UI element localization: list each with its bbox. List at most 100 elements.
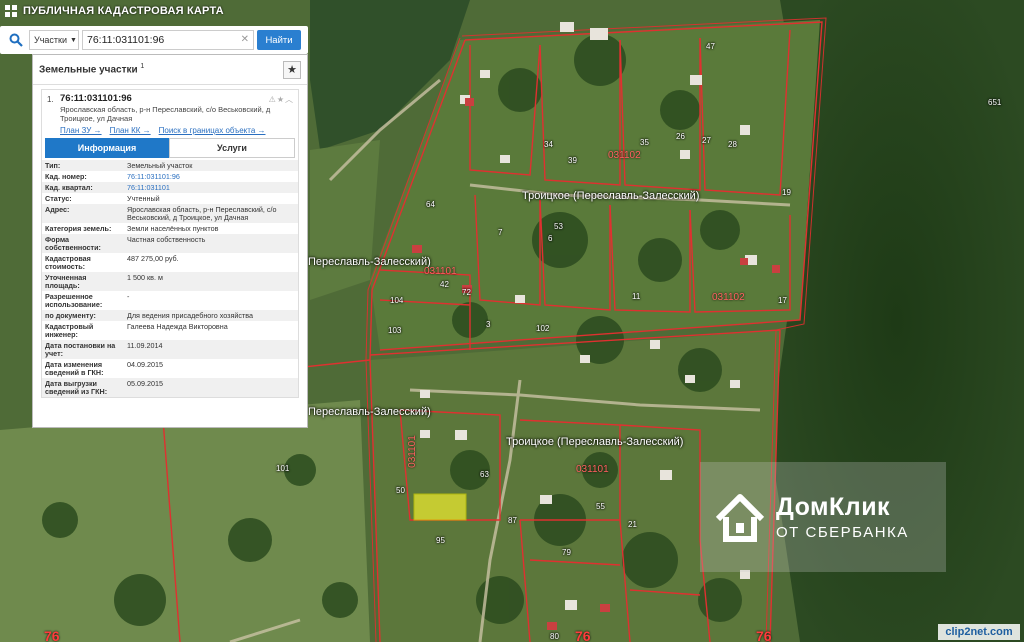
- search-bar: Участки ▼ 76:11:031101:96 ✕ Найти: [0, 26, 308, 54]
- info-key: Статус:: [45, 193, 72, 203]
- region-label: 76: [756, 628, 772, 642]
- info-row: Уточненная площадь: 1 500 кв. м: [42, 272, 298, 291]
- info-value: 11.09.2014: [124, 340, 298, 359]
- parcel-number: 3: [486, 320, 491, 329]
- info-key: Кад. квартал:: [42, 182, 124, 193]
- info-value: Учтенный: [127, 193, 160, 203]
- info-row: Кадастровый инженер: Галеева Надежда Викт…: [42, 321, 298, 340]
- parcel-number: 64: [426, 200, 435, 209]
- search-button[interactable]: Найти: [257, 30, 301, 50]
- domclick-watermark: ДомКлик ОТ СБЕРБАНКА: [700, 462, 946, 572]
- info-row: по документу: Для ведения присадебного хо…: [42, 310, 298, 321]
- info-value[interactable]: 76:11:031101: [124, 182, 298, 193]
- quarter-label: 031101: [406, 435, 418, 468]
- house-logo-icon: [715, 494, 765, 542]
- parcel-address: Ярославская область, р-н Переславский, с…: [60, 105, 271, 123]
- parcel-number: 95: [436, 536, 445, 545]
- parcel-number: 50: [396, 486, 405, 495]
- quarter-label: 031101: [576, 464, 609, 475]
- region-label: 76: [44, 628, 60, 642]
- parcel-number: 79: [562, 548, 571, 557]
- cadastral-logo-icon: [5, 5, 17, 17]
- result-header[interactable]: 1. 76:11:031101:96 Ярославская область, …: [42, 90, 298, 123]
- panel-title: Земельные участки 1: [39, 63, 144, 75]
- cadastral-number[interactable]: 76:11:031101:96: [46, 93, 294, 104]
- info-key: Категория земель:: [45, 223, 112, 233]
- quarter-label: 031102: [712, 292, 745, 303]
- place-label: Троицкое (Переславль-Залесский): [506, 436, 684, 448]
- info-row: Кад. номер: 76:11:031101:96: [42, 171, 298, 182]
- parcel-number: 11: [632, 292, 641, 301]
- plan-kk-link[interactable]: План КК →: [110, 126, 151, 135]
- info-value: Земли населённых пунктов: [127, 223, 219, 233]
- parcel-number: 102: [536, 324, 550, 333]
- info-value: 04.09.2015: [127, 359, 163, 369]
- info-key: Кадастровая стоимость:: [45, 253, 91, 271]
- result-card: 1. 76:11:031101:96 Ярославская область, …: [41, 89, 299, 398]
- star-icon: ★: [287, 64, 297, 76]
- favorite-button[interactable]: ★: [283, 60, 301, 79]
- search-type-select[interactable]: Участки ▼: [29, 30, 79, 50]
- info-key: Форма собственности:: [42, 234, 124, 253]
- parcel-number: 104: [390, 296, 404, 305]
- quarter-label: 031101: [424, 266, 457, 277]
- parcel-number: 17: [778, 296, 787, 305]
- app-title: ПУБЛИЧНАЯ КАДАСТРОВАЯ КАРТА: [23, 5, 224, 17]
- info-value[interactable]: 76:11:031101:96: [124, 171, 298, 182]
- info-value: 05.09.2015: [124, 378, 298, 397]
- info-value: Земельный участок: [124, 160, 298, 171]
- parcel-number: 42: [440, 280, 449, 289]
- parcel-info-table: Тип: Земельный участок Кад. номер: 76:11:03…: [42, 160, 298, 397]
- parcel-number: 101: [276, 464, 290, 473]
- parcel-number: 28: [728, 140, 737, 149]
- watermark-line1: ДомКлик: [776, 493, 891, 521]
- search-query: 76:11:031101:96: [87, 34, 165, 46]
- parcel-number: 53: [554, 222, 563, 231]
- search-type-value: Участки: [34, 35, 67, 45]
- parcel-number: 87: [508, 516, 517, 525]
- parcel-number: 27: [702, 136, 711, 145]
- place-label: Троицкое (Переславль-Залесский): [522, 190, 700, 202]
- info-key: Дата выгрузки сведений из ГКН:: [42, 378, 124, 397]
- info-key: Тип:: [42, 160, 124, 171]
- selected-parcel-highlight: [413, 493, 467, 521]
- plan-zu-link[interactable]: План ЗУ →: [60, 126, 102, 135]
- info-key: Кад. номер:: [45, 171, 87, 181]
- info-value: -: [127, 291, 130, 301]
- parcel-number: 651: [988, 98, 1002, 107]
- info-row: Тип: Земельный участок: [42, 160, 298, 171]
- warning-icon[interactable]: ⚠★︿: [269, 94, 294, 105]
- info-key: Разрешенное использование:: [45, 291, 103, 309]
- info-key: Дата изменения сведений в ГКН:: [45, 359, 104, 377]
- region-label: 76: [575, 628, 591, 642]
- search-in-bounds-link[interactable]: Поиск в границах объекта →: [159, 126, 266, 135]
- info-row: Разрешенное использование: -: [42, 291, 298, 310]
- place-label: Переславль-Залесский): [308, 256, 431, 268]
- info-row: Статус: Учтенный: [42, 193, 298, 204]
- info-row: Дата постановки на учет: 11.09.2014: [42, 340, 298, 359]
- info-row: Адрес: Ярославская область, р-н Переславс…: [42, 204, 298, 223]
- parcel-number: 26: [676, 132, 685, 141]
- tab-information[interactable]: Информация: [45, 138, 169, 158]
- place-label: Переславль-Залесский): [308, 406, 431, 418]
- parcel-number: 21: [628, 520, 637, 529]
- info-tabs: Информация Услуги: [45, 138, 295, 158]
- result-count: 1: [140, 63, 145, 71]
- clear-icon[interactable]: ✕: [241, 34, 249, 45]
- info-row: Кадастровая стоимость: 487 275,00 руб.: [42, 253, 298, 272]
- search-icon[interactable]: [3, 29, 29, 51]
- credit-badge: clip2net.com: [938, 624, 1020, 640]
- info-value: Ярославская область, р-н Переславский, с…: [124, 204, 298, 223]
- parcel-number: 72: [462, 288, 471, 297]
- tab-services[interactable]: Услуги: [169, 138, 295, 158]
- parcel-number: 7: [498, 228, 503, 237]
- parcel-number: 47: [706, 42, 715, 51]
- parcel-number: 80: [550, 632, 559, 641]
- watermark-line2: ОТ СБЕРБАНКА: [776, 524, 909, 541]
- info-key: Адрес:: [42, 204, 124, 223]
- search-input[interactable]: 76:11:031101:96 ✕: [82, 30, 254, 50]
- results-panel: Земельные участки 1 ★ 1. 76:11:031101:96…: [32, 54, 308, 428]
- info-key: по документу:: [42, 310, 124, 321]
- result-index: 1.: [47, 95, 54, 104]
- panel-header: Земельные участки 1 ★: [33, 55, 307, 85]
